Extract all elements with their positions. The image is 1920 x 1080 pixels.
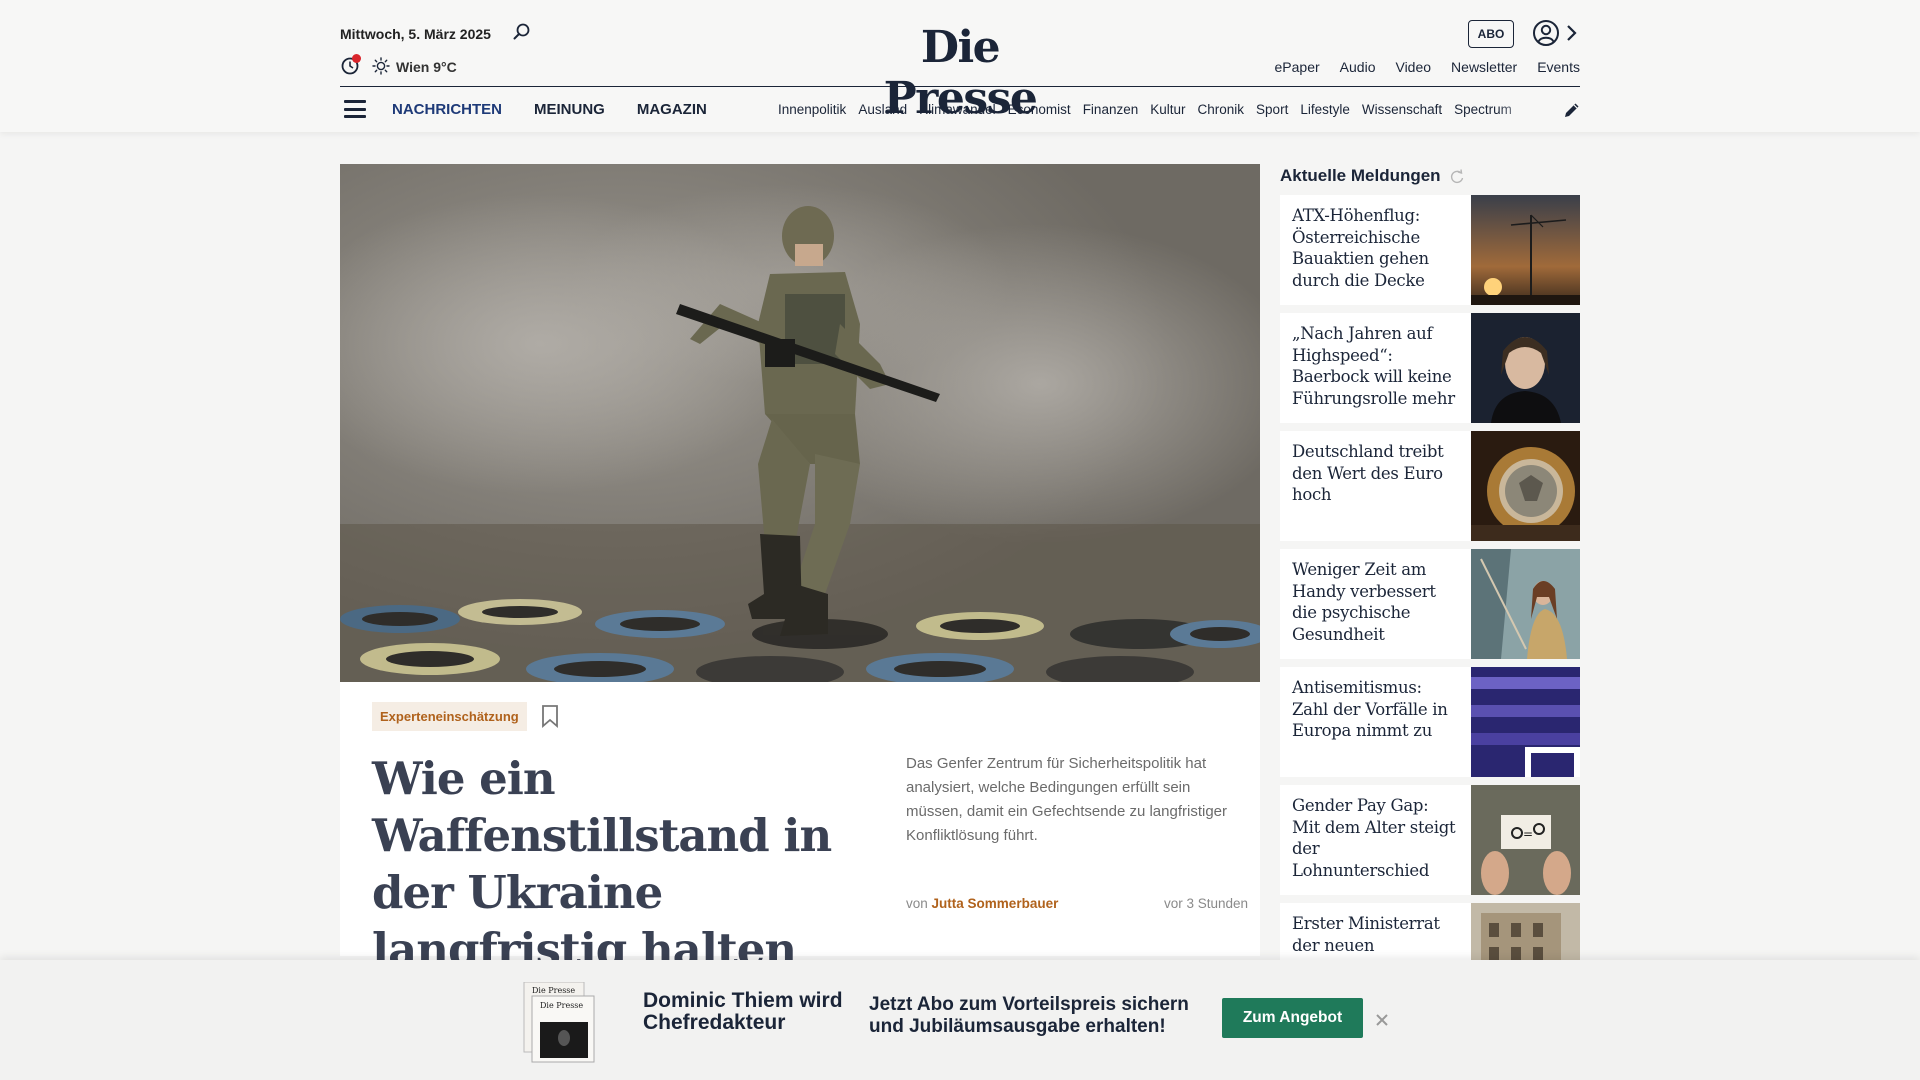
nav-meinung[interactable]: MEINUNG [534, 101, 605, 118]
subnav-ausland[interactable]: Ausland [858, 102, 907, 117]
top-link-events[interactable]: Events [1537, 59, 1580, 75]
news-item[interactable]: Gender Pay Gap: Mit dem Alter steigt der… [1280, 785, 1580, 895]
hero-timestamp: vor 3 Stunden [1163, 896, 1248, 911]
news-thumbnail [1471, 549, 1580, 659]
news-item-title: Deutschland treibt den Wert des Euro hoc… [1292, 442, 1444, 504]
news-item[interactable]: ATX-Höhenflug: Österreichische Bauaktien… [1280, 195, 1580, 305]
top-link-newsletter[interactable]: Newsletter [1451, 59, 1517, 75]
news-item[interactable]: Antisemitismus: Zahl der Vorfälle in Eur… [1280, 667, 1580, 777]
refresh-icon [1450, 169, 1464, 184]
pencil-icon[interactable] [1562, 100, 1582, 120]
user-account-icon[interactable] [1532, 19, 1560, 47]
nav-magazin[interactable]: MAGAZIN [637, 101, 707, 118]
banner-headline: Dominic Thiem wird Chefredakteur [643, 989, 843, 1034]
news-item-title: Erster Ministerrat der neuen [1292, 914, 1440, 955]
weather-info[interactable]: Wien 9°C [396, 59, 457, 75]
subnav-wissenschaft[interactable]: Wissenschaft [1362, 102, 1442, 117]
subnav-sport[interactable]: Sport [1256, 102, 1288, 117]
svg-text:Die Presse: Die Presse [540, 1001, 583, 1010]
subscription-banner: Die Presse Die Presse Dominic Thiem wird… [0, 960, 1920, 1080]
hero-article-card: Experteneinschätzung Wie ein Waffenstill… [340, 682, 1260, 1033]
chevron-right-icon[interactable] [1564, 23, 1578, 43]
header-divider [340, 86, 1580, 87]
news-thumbnail [1471, 903, 1580, 960]
news-item[interactable]: Erster Ministerrat der neuen [1280, 903, 1580, 960]
current-date: Mittwoch, 5. März 2025 [340, 26, 491, 42]
site-header: Mittwoch, 5. März 2025 Wien 9°C Die Pres… [0, 0, 1920, 132]
top-link-audio[interactable]: Audio [1340, 59, 1376, 75]
subnav-finanzen[interactable]: Finanzen [1083, 102, 1139, 117]
news-item-title: „Nach Jahren auf Highspeed“: Baerbock wi… [1292, 324, 1455, 408]
news-item-title: ATX-Höhenflug: Österreichische Bauaktien… [1292, 206, 1429, 290]
sun-icon [372, 57, 390, 75]
top-link-video[interactable]: Video [1395, 59, 1431, 75]
news-thumbnail [1471, 195, 1580, 305]
menu-icon[interactable] [344, 100, 366, 118]
hero-teaser: Das Genfer Zentrum für Sicherheitspoliti… [906, 755, 1227, 844]
search-icon[interactable] [512, 22, 532, 42]
sidebar-title: Aktuelle Meldungen [1280, 166, 1441, 185]
offer-button[interactable]: Zum Angebot [1222, 998, 1363, 1038]
news-item-title: Antisemitismus: Zahl der Vorfälle in Eur… [1292, 678, 1448, 740]
main-nav: NACHRICHTEN MEINUNG MAGAZIN [392, 101, 739, 118]
author-link[interactable]: Jutta Sommerbauer [932, 896, 1059, 911]
subnav-kultur[interactable]: Kultur [1150, 102, 1185, 117]
news-item-title: Gender Pay Gap: Mit dem Alter steigt der… [1292, 796, 1456, 880]
notification-dot [352, 54, 361, 63]
abo-button[interactable]: ABO [1468, 20, 1514, 48]
svg-text:Die Presse: Die Presse [532, 986, 575, 995]
subnav-lifestyle[interactable]: Lifestyle [1300, 102, 1350, 117]
nav-nachrichten[interactable]: NACHRICHTEN [392, 101, 502, 118]
news-thumbnail [1471, 431, 1580, 541]
top-link-epaper[interactable]: ePaper [1275, 59, 1320, 75]
subnav-klimawandel[interactable]: Klimawandel [919, 102, 996, 117]
news-item[interactable]: Deutschland treibt den Wert des Euro hoc… [1280, 431, 1580, 541]
subnav-economist[interactable]: Economist [1008, 102, 1071, 117]
subnav-fade [1498, 96, 1534, 124]
subnav-chronik[interactable]: Chronik [1198, 102, 1245, 117]
subnav-innenpolitik[interactable]: Innenpolitik [778, 102, 846, 117]
newspaper-image: Die Presse Die Presse [523, 982, 595, 1063]
byline-prefix: von [906, 896, 928, 911]
news-item[interactable]: Weniger Zeit am Handy verbessert die psy… [1280, 549, 1580, 659]
news-item-title: Weniger Zeit am Handy verbessert die psy… [1292, 560, 1436, 644]
svg-text:=: = [1523, 827, 1533, 841]
bookmark-icon[interactable] [540, 704, 560, 728]
category-tag[interactable]: Experteneinschätzung [372, 702, 527, 731]
news-item[interactable]: „Nach Jahren auf Highspeed“: Baerbock wi… [1280, 313, 1580, 423]
news-thumbnail [1471, 667, 1580, 777]
top-links: ePaper Audio Video Newsletter Events [1255, 59, 1580, 75]
hero-image[interactable] [340, 164, 1260, 682]
close-icon[interactable] [1374, 1012, 1390, 1028]
news-thumbnail [1471, 313, 1580, 423]
banner-offer-text: Jetzt Abo zum Vorteilspreis sichern und … [869, 994, 1189, 1037]
sub-nav: Innenpolitik Ausland Klimawandel Economi… [778, 102, 1528, 117]
news-thumbnail: = [1471, 785, 1580, 895]
hero-byline: von Jutta Sommerbauer [906, 896, 1058, 911]
